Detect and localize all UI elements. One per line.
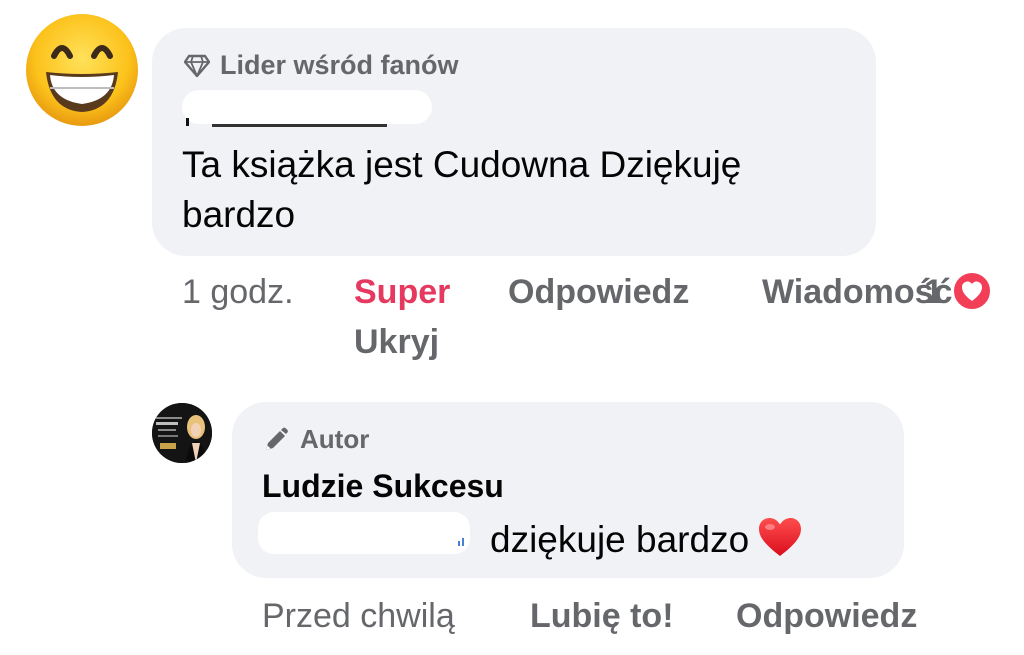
redaction-artifact xyxy=(458,538,464,546)
comment-text: Ta książka jest Cudowna Dziękuję bardzo xyxy=(182,144,742,235)
like-button[interactable]: Lubię to! xyxy=(530,596,674,636)
reply-button[interactable]: Odpowiedz xyxy=(736,596,917,636)
red-heart-emoji-icon xyxy=(757,516,803,568)
author-avatar[interactable] xyxy=(152,403,212,463)
redacted-mention xyxy=(258,512,470,554)
fan-badge[interactable]: Lider wśród fanów xyxy=(184,50,459,81)
comment-bubble: Lider wśród fanów Ta książka jest Cudown… xyxy=(152,28,876,256)
reaction-count[interactable]: 1 xyxy=(924,272,943,312)
love-heart-reaction-icon[interactable] xyxy=(951,270,993,312)
diamond-icon xyxy=(184,54,210,77)
comment-timestamp[interactable]: 1 godz. xyxy=(182,272,294,312)
author-badge-label: Autor xyxy=(300,424,370,454)
reply-timestamp[interactable]: Przed chwilą xyxy=(262,596,455,636)
redacted-name xyxy=(182,90,432,124)
reply-text: dziękuje bardzo xyxy=(490,516,803,568)
redaction-artifact xyxy=(186,118,189,126)
author-badge[interactable]: Autor xyxy=(262,424,369,455)
fan-badge-label: Lider wśród fanów xyxy=(220,50,459,80)
super-reaction-button[interactable]: Super xyxy=(354,272,450,312)
reply-text-content: dziękuje bardzo xyxy=(490,518,750,560)
grinning-face-emoji-icon xyxy=(26,14,138,126)
author-name[interactable]: Ludzie Sukcesu xyxy=(262,468,504,505)
redaction-artifact xyxy=(212,124,387,127)
commenter-avatar[interactable] xyxy=(22,10,142,130)
pencil-icon xyxy=(266,427,288,450)
hide-button[interactable]: Ukryj xyxy=(354,322,439,362)
reply-bubble: Autor Ludzie Sukcesu dziękuje bardzo xyxy=(232,402,904,578)
heart-icon xyxy=(962,281,982,301)
profile-photo xyxy=(152,403,212,463)
reply-button[interactable]: Odpowiedz xyxy=(508,272,689,312)
